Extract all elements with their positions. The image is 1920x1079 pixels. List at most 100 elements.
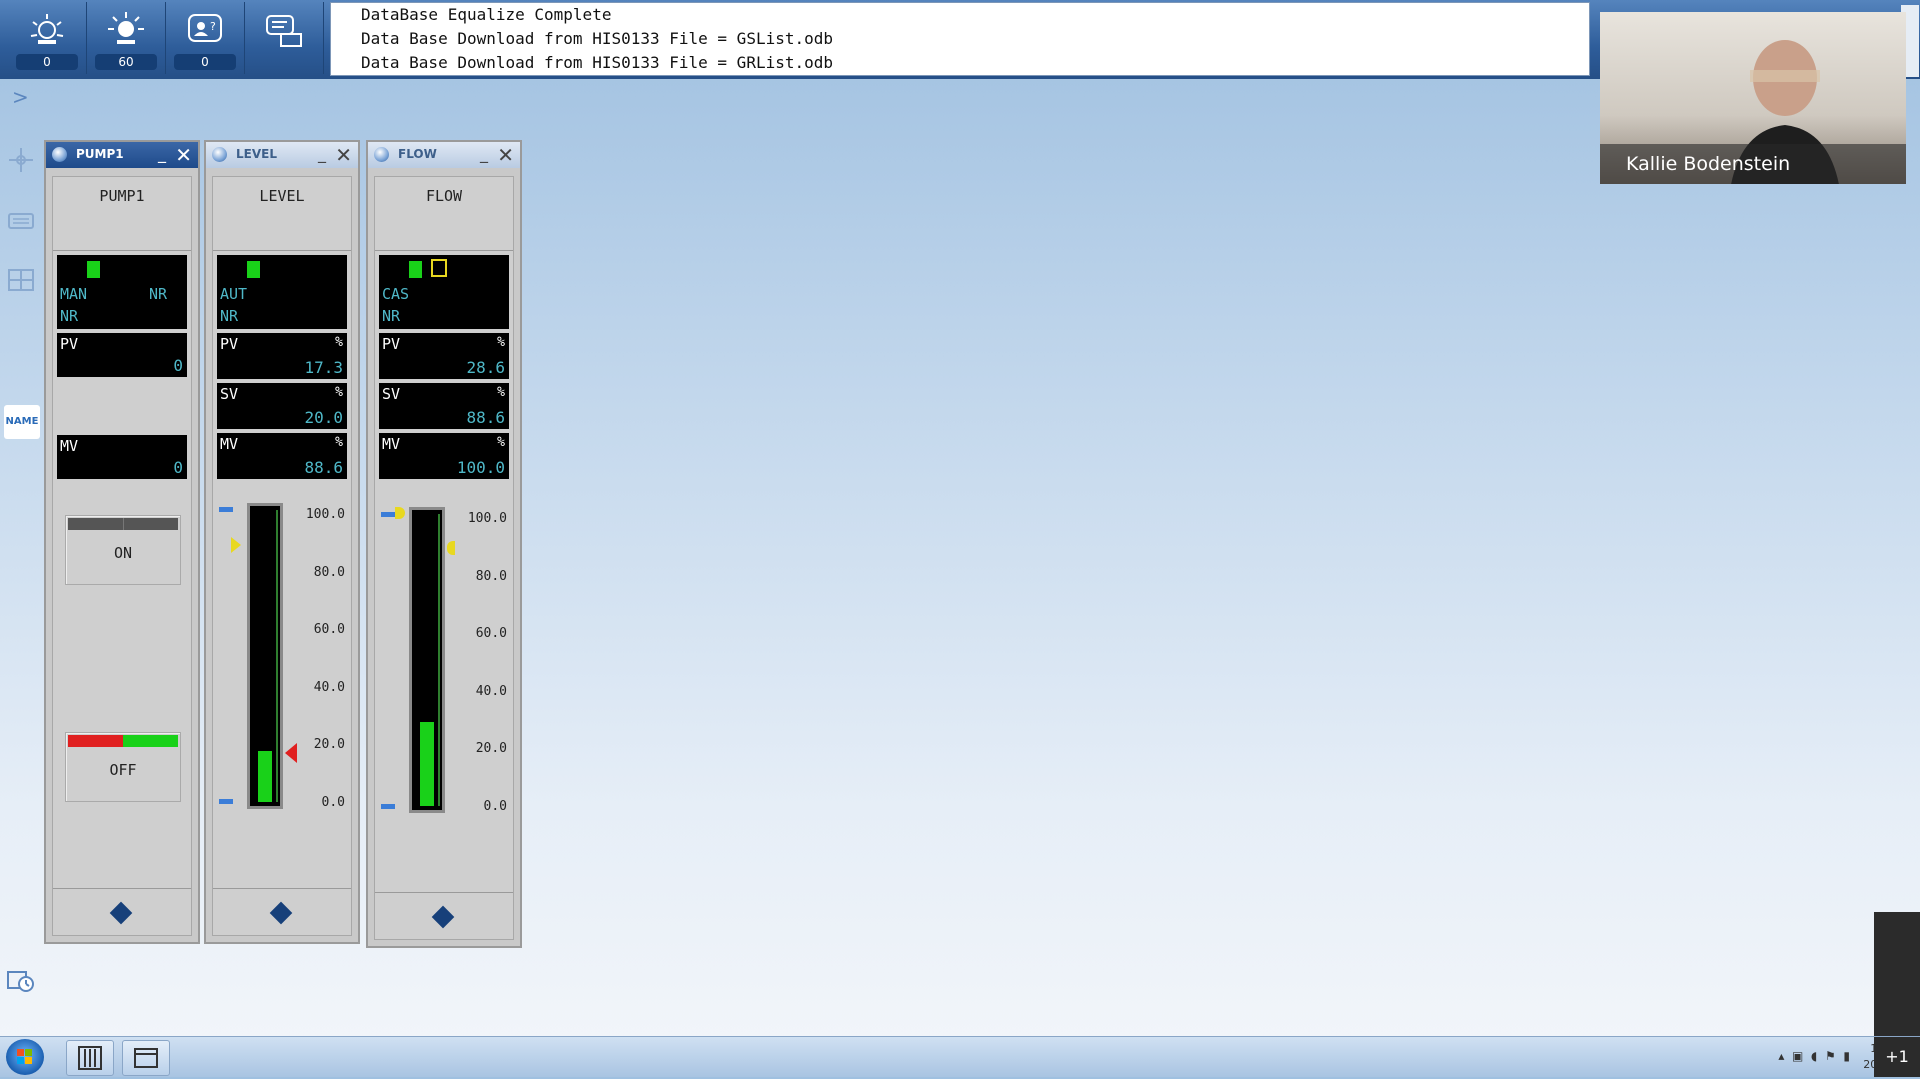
- instrument-diamond-icon[interactable]: [109, 901, 133, 925]
- system-alarm-count: 60: [95, 54, 157, 70]
- status-block: AUT NR: [217, 255, 347, 329]
- scale-tick: 0.0: [321, 795, 345, 810]
- status-indicator: [87, 261, 100, 278]
- faceplate-body: FLOW CAS NR PV % 28.6 SV % 88.6 MV % 100…: [374, 176, 514, 940]
- level-bargraph: [247, 503, 283, 809]
- faceplate-footer: [213, 888, 351, 941]
- status-block: CAS NR: [379, 255, 509, 329]
- pv-label: PV: [60, 335, 79, 353]
- pv-block: PV % 28.6: [379, 333, 509, 379]
- message-banner[interactable]: DataBase Equalize Complete Data Base Dow…: [330, 2, 1919, 77]
- off-switch-button[interactable]: OFF: [65, 732, 181, 802]
- minimize-icon[interactable]: _: [480, 144, 488, 163]
- tray-up-arrow-icon[interactable]: ▴: [1778, 1049, 1784, 1063]
- network-icon[interactable]: [6, 145, 36, 175]
- faceplate-titlebar[interactable]: PUMP1 _ ✕: [46, 142, 198, 168]
- operator-guide-count: 0: [174, 54, 236, 70]
- sun-alarm-icon: [108, 12, 144, 44]
- faceplate-titlebar[interactable]: FLOW _ ✕: [368, 142, 520, 168]
- gauge-rail: [276, 510, 278, 802]
- svg-text:?: ?: [210, 20, 216, 33]
- video-call-tile[interactable]: Kallie Bodenstein: [1600, 12, 1906, 184]
- process-alarm-count: 0: [16, 54, 78, 70]
- switch-indicator: [68, 735, 178, 747]
- status-label: NR: [382, 307, 401, 325]
- sv-block: SV % 88.6: [379, 383, 509, 429]
- mv-pointer-icon[interactable]: [285, 743, 297, 763]
- mv-block: MV 0: [57, 435, 187, 479]
- divider: [213, 250, 351, 251]
- mode-label: AUT: [220, 285, 248, 303]
- pv-bar: [420, 722, 434, 806]
- low-limit-marker: [219, 799, 233, 804]
- sv-value: 20.0: [304, 408, 343, 427]
- mv-value: 88.6: [304, 458, 343, 477]
- high-limit-marker: [381, 512, 395, 517]
- overflow-count[interactable]: +1: [1874, 1037, 1920, 1077]
- system-alarm-button[interactable]: 60: [87, 2, 166, 74]
- pv-label: PV: [382, 335, 401, 353]
- faceplate-flow[interactable]: FLOW _ ✕ FLOW CAS NR PV % 28.6 SV % 88.6…: [366, 140, 522, 948]
- close-icon[interactable]: ✕: [175, 143, 192, 167]
- tray-volume-icon[interactable]: ◖: [1811, 1049, 1817, 1063]
- status-indicator: [409, 261, 422, 278]
- minimize-icon[interactable]: _: [158, 144, 166, 163]
- faceplate-body: PUMP1 MAN NR NR PV 0 MV 0 ON OFF: [52, 176, 192, 936]
- instrument-diamond-icon[interactable]: [431, 905, 455, 929]
- divider: [53, 250, 191, 251]
- sv-unit: %: [335, 385, 343, 400]
- start-button[interactable]: [6, 1039, 44, 1075]
- scale-tick: 60.0: [313, 622, 345, 637]
- cascade-icon: [431, 259, 447, 277]
- process-alarm-button[interactable]: 0: [8, 2, 87, 74]
- scale-tick: 20.0: [313, 737, 345, 752]
- scale-tick: 100.0: [467, 511, 507, 526]
- expand-panel-icon[interactable]: >: [12, 85, 29, 109]
- grid-view-icon[interactable]: [6, 265, 36, 295]
- faceplate-titlebar[interactable]: LEVEL _ ✕: [206, 142, 358, 168]
- system-tray[interactable]: ▴ ▣ ◖ ⚑ ▮: [1778, 1049, 1850, 1063]
- sv-pointer-icon[interactable]: [395, 507, 405, 519]
- operator-guide-button[interactable]: ? 0: [166, 2, 245, 74]
- minimize-icon[interactable]: _: [318, 144, 326, 163]
- tray-signal-icon[interactable]: ▮: [1843, 1049, 1850, 1063]
- faceplate-level[interactable]: LEVEL _ ✕ LEVEL AUT NR PV % 17.3 SV % 20…: [204, 140, 360, 944]
- history-icon[interactable]: [6, 966, 36, 996]
- status-right-label: NR: [148, 285, 167, 303]
- faceplate-footer: [53, 888, 191, 941]
- close-icon[interactable]: ✕: [335, 143, 352, 167]
- name-input-button[interactable]: NAME: [4, 405, 40, 439]
- faceplate-pump1[interactable]: PUMP1 _ ✕ PUMP1 MAN NR NR PV 0 MV 0 ON O…: [44, 140, 200, 944]
- pv-value: 28.6: [466, 358, 505, 377]
- instrument-diamond-icon[interactable]: [269, 901, 293, 925]
- window-orb-icon: [374, 147, 389, 162]
- sv-block: SV % 20.0: [217, 383, 347, 429]
- faceplate-footer: [375, 892, 513, 945]
- tag-name: LEVEL: [259, 187, 305, 205]
- mv-pointer-icon[interactable]: [447, 541, 455, 555]
- operator-guide-icon: ?: [188, 14, 222, 42]
- tag-name: FLOW: [425, 187, 463, 205]
- taskbar-app-button[interactable]: [66, 1040, 114, 1076]
- close-icon[interactable]: ✕: [497, 143, 514, 167]
- tray-network-icon[interactable]: ▣: [1792, 1049, 1803, 1063]
- taskbar-app-button[interactable]: [122, 1040, 170, 1076]
- window-orb-icon: [52, 147, 67, 162]
- taskbar: ▴ ▣ ◖ ⚑ ▮ 11:49 2020/0 +1: [0, 1036, 1920, 1077]
- scale-tick: 60.0: [475, 626, 507, 641]
- windows-logo-icon: [17, 1049, 32, 1064]
- mv-value: 100.0: [456, 458, 505, 477]
- on-switch-button[interactable]: ON: [65, 515, 181, 585]
- pv-value: 0: [173, 356, 183, 375]
- message-monitor-button[interactable]: [245, 2, 324, 74]
- faceplate-title: FLOW: [398, 147, 437, 161]
- mv-label: MV: [60, 437, 79, 455]
- mv-label: MV: [382, 435, 401, 453]
- mv-value: 0: [173, 458, 183, 477]
- gauge-rail: [438, 514, 440, 806]
- tray-flag-icon[interactable]: ⚑: [1825, 1049, 1836, 1063]
- message-monitor-icon: [266, 15, 302, 47]
- mv-block: MV % 100.0: [379, 433, 509, 479]
- sv-pointer-icon[interactable]: [231, 537, 241, 553]
- keyboard-icon[interactable]: [6, 205, 36, 235]
